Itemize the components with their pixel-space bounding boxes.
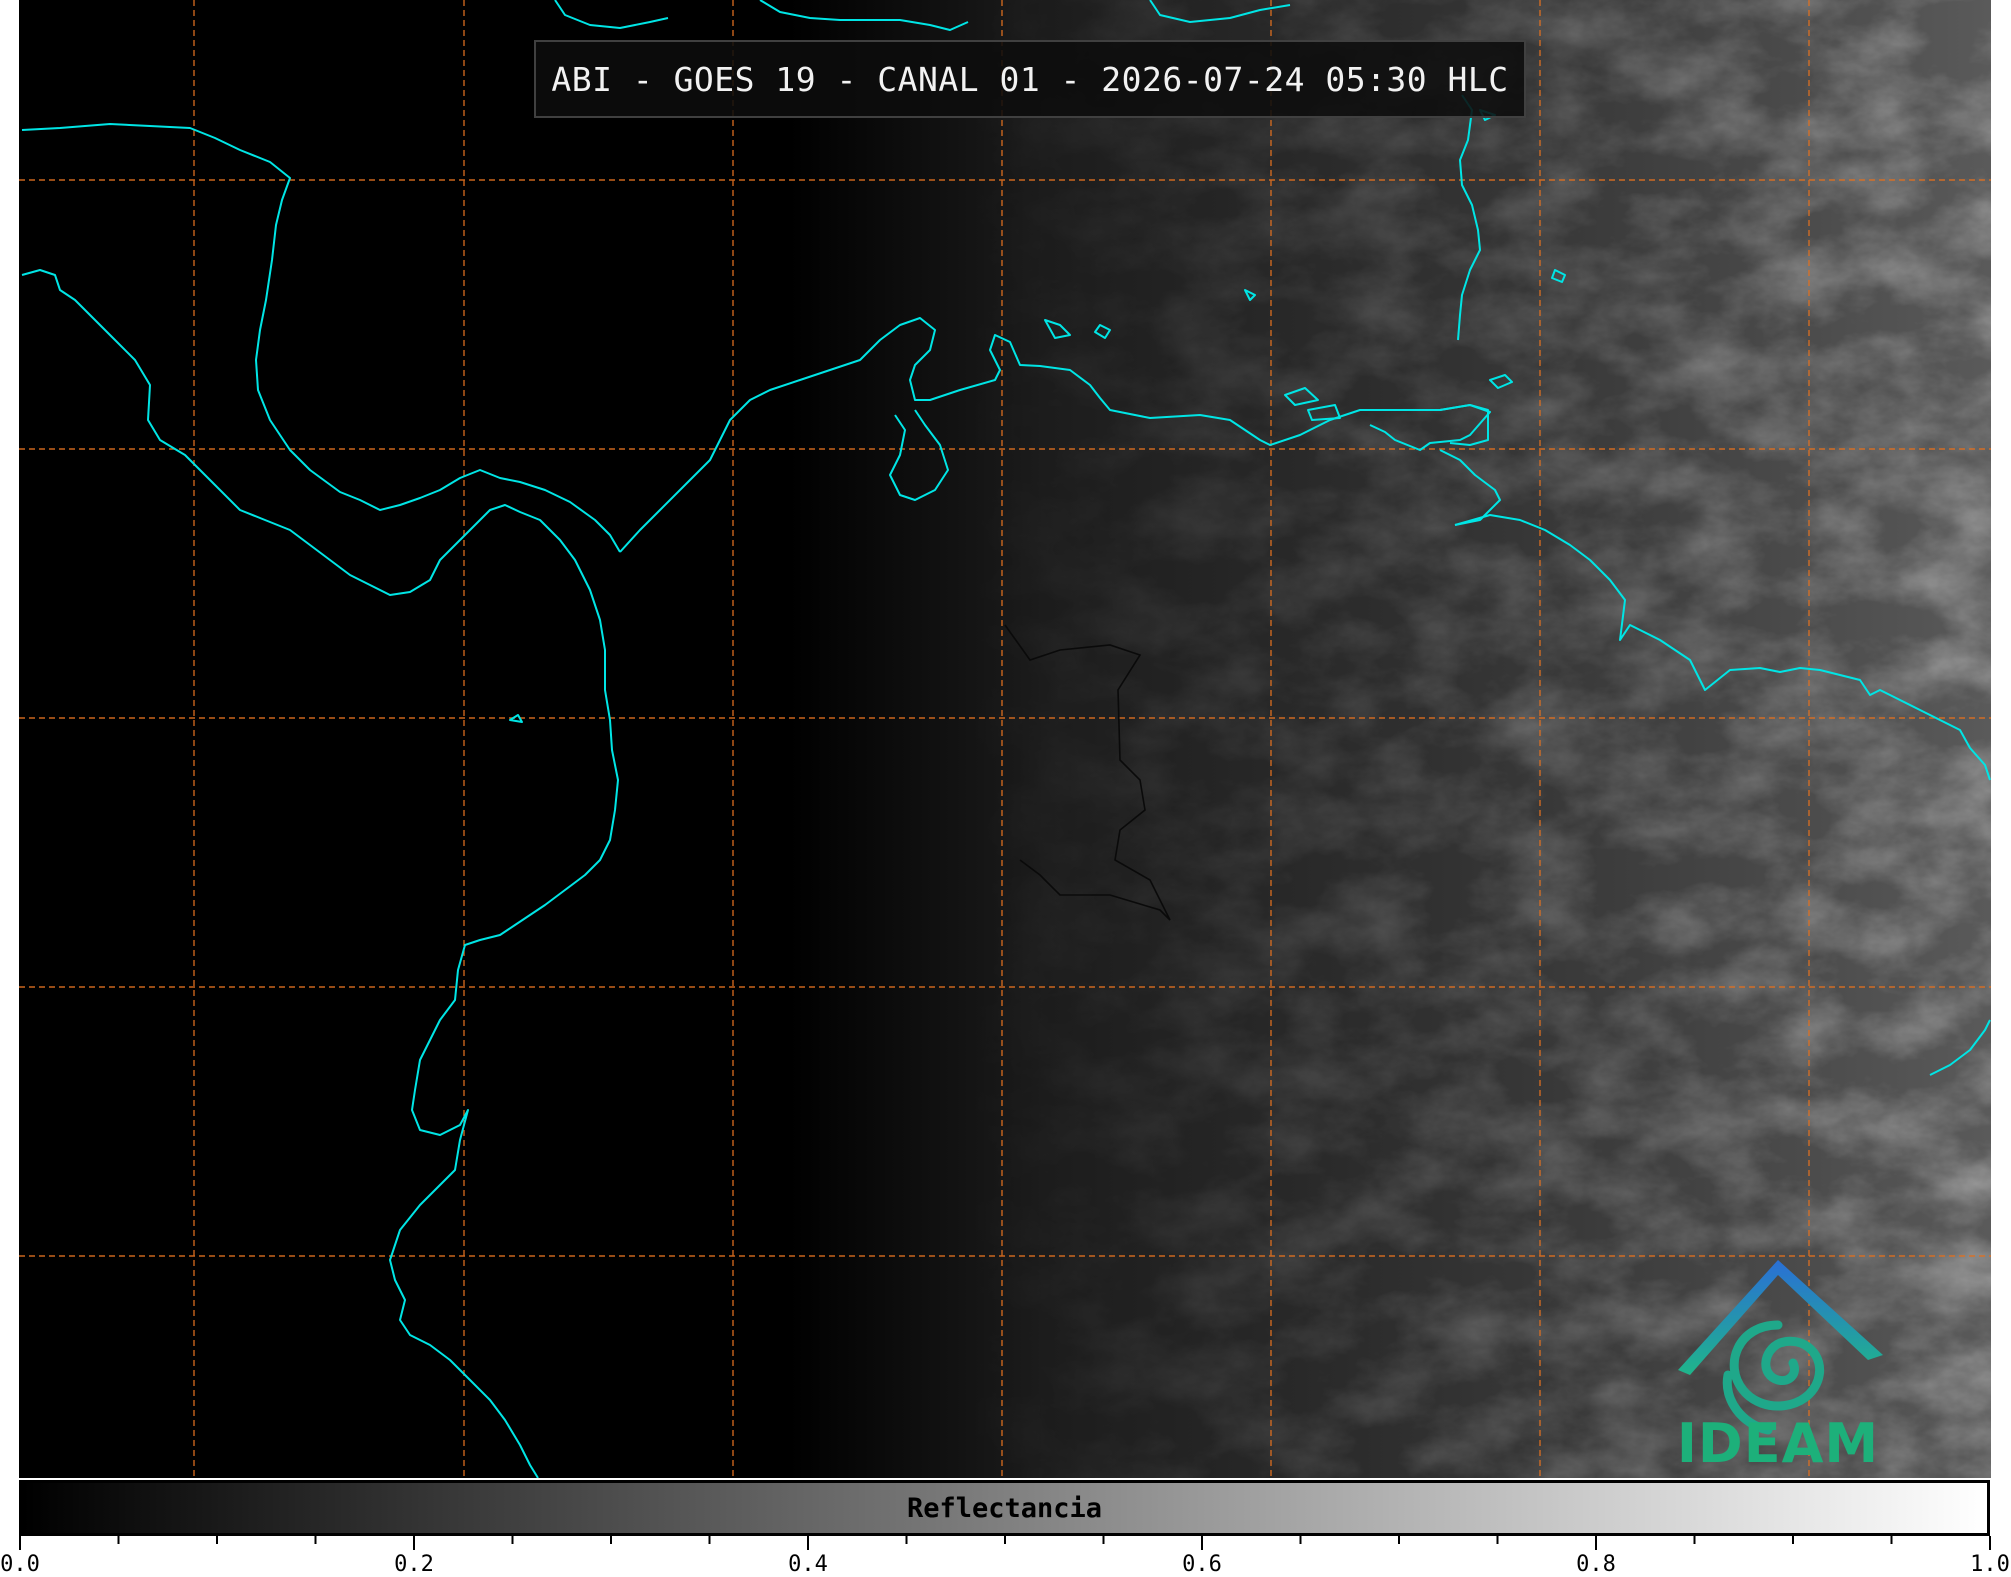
colorbar-tick-label: 0.2	[394, 1552, 434, 1577]
colorbar-tick-marks	[19, 1536, 1991, 1550]
colorbar-label: Reflectancia	[906, 1492, 1103, 1524]
mountain-roof-icon	[1678, 1260, 1883, 1375]
colorbar-tick-label: 0.8	[1576, 1552, 1616, 1577]
colorbar-tick-label: 0.0	[0, 1552, 40, 1577]
colorbar-tick-label: 1.0	[1970, 1552, 2010, 1577]
colorbar-tick-label: 0.4	[788, 1552, 828, 1577]
colorbar-tick-label: 0.6	[1182, 1552, 1222, 1577]
colorbar: Reflectancia	[19, 1480, 1990, 1536]
image-title: ABI - GOES 19 - CANAL 01 - 2026-07-24 05…	[534, 40, 1526, 118]
logo-text: IDEAM	[1676, 1412, 1880, 1475]
colorbar-ticks: 0.0 0.2 0.4 0.6 0.8 1.0	[0, 1536, 2011, 1577]
satellite-image-frame: ABI - GOES 19 - CANAL 01 - 2026-07-24 05…	[0, 0, 2011, 1577]
